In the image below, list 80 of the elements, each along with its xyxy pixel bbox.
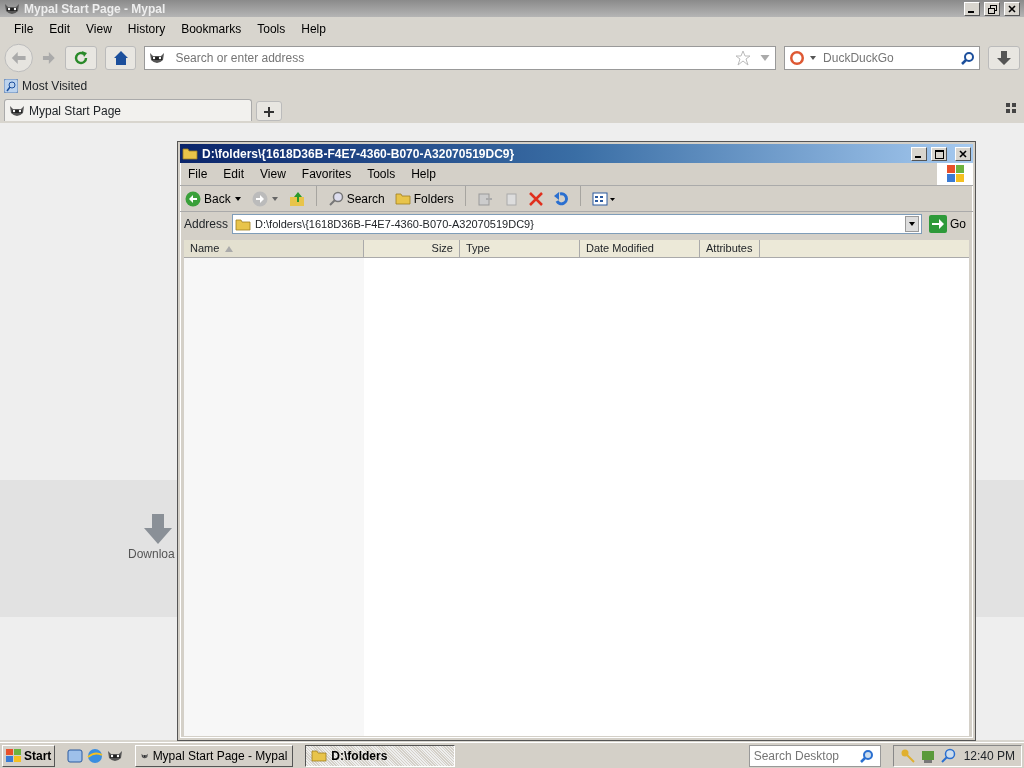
folder-icon (311, 749, 328, 762)
desktop-search-field[interactable]: Search Desktop (748, 744, 881, 767)
menu-item[interactable]: Help (403, 163, 444, 185)
download-icon (997, 50, 1012, 66)
sort-arrow-icon (225, 246, 234, 253)
launcher-label[interactable]: Downloa (128, 545, 178, 563)
taskbar-button[interactable]: D:\folders (305, 744, 456, 767)
menu-item[interactable]: Favorites (293, 163, 360, 185)
downloads-button[interactable] (988, 46, 1021, 70)
site-icon (149, 51, 166, 65)
taskbar-button[interactable]: Mypal Start Page - Mypal (135, 744, 294, 767)
dropdown-icon[interactable] (809, 54, 818, 62)
bookmark-link[interactable]: Most Visited (22, 77, 88, 95)
menu-item[interactable]: View (252, 163, 294, 185)
raccoon-icon[interactable] (107, 748, 124, 763)
restore-button[interactable] (984, 1, 1000, 16)
close-button[interactable] (1004, 1, 1020, 16)
caret-icon[interactable] (233, 194, 242, 203)
reload-icon (72, 50, 89, 66)
views-icon (591, 191, 616, 206)
address-field[interactable]: D:\folders\{1618D36B-F4E7-4360-B070-A32070519DC9} (232, 214, 922, 234)
menu-item[interactable]: Tools (359, 163, 404, 185)
forward-icon (251, 190, 268, 207)
close-icon (959, 150, 967, 159)
undo-icon (552, 190, 569, 207)
folder-icon (235, 217, 252, 231)
download-icon[interactable] (142, 513, 174, 545)
address-field[interactable]: Search or enter address (144, 46, 777, 70)
search-icon[interactable] (939, 747, 956, 764)
column-header[interactable]: Name (184, 240, 364, 257)
back-button[interactable]: Back (182, 187, 245, 210)
menu-item[interactable]: View (78, 18, 120, 40)
restore-icon (987, 4, 997, 14)
minimize-button[interactable] (964, 1, 980, 16)
menu-item[interactable]: Tools (249, 18, 294, 40)
folder-icon (182, 147, 198, 160)
folders-button[interactable]: Folders (391, 187, 457, 210)
folder-icon (394, 192, 411, 205)
bookmark-icon (4, 79, 18, 93)
folder-up-icon (288, 190, 305, 207)
menu-item[interactable]: Edit (41, 18, 79, 40)
app-icon (4, 1, 20, 16)
address-label: Address (184, 216, 229, 233)
move-icon (476, 190, 493, 207)
new-tab-button[interactable] (256, 101, 282, 121)
go-button[interactable]: Go (926, 213, 969, 235)
search-icon[interactable] (961, 51, 976, 65)
plus-icon (264, 106, 274, 117)
back-icon (185, 190, 201, 207)
window-title: D:\folders\{1618D36B-F4E7-4360-B070-A32070519DC9} (202, 145, 516, 163)
home-button[interactable] (104, 46, 137, 70)
menu-item[interactable]: Help (293, 18, 334, 40)
minimize-button[interactable] (911, 146, 927, 161)
close-button[interactable] (955, 146, 971, 161)
windows-logo-icon (6, 748, 22, 763)
windows-logo-icon (937, 163, 973, 185)
search-button[interactable]: Search (324, 187, 388, 210)
menu-item[interactable]: Bookmarks (173, 18, 250, 40)
tab-icon (9, 103, 25, 118)
star-icon[interactable] (735, 50, 752, 66)
search-field[interactable]: DuckDuckGo (784, 46, 981, 70)
menu-item[interactable]: File (6, 18, 42, 40)
start-button[interactable]: Start (2, 744, 56, 767)
maximize-button[interactable] (931, 146, 947, 161)
search-icon (327, 190, 344, 207)
menu-item[interactable]: File (180, 163, 216, 185)
search-icon[interactable] (859, 748, 874, 763)
home-icon (112, 50, 129, 66)
menu-item[interactable]: History (119, 18, 174, 40)
maximize-icon (934, 149, 944, 159)
dropdown-icon (908, 220, 916, 228)
delete-icon (528, 191, 543, 206)
reload-button[interactable] (65, 46, 97, 70)
grid-icon[interactable] (1006, 103, 1016, 113)
browser-tab[interactable]: Mypal Start Page (4, 99, 252, 121)
menu-item[interactable]: Edit (215, 163, 253, 185)
dropdown-button[interactable] (905, 216, 919, 232)
close-icon (1008, 5, 1016, 14)
desktop-icon[interactable] (67, 747, 84, 764)
window-title: Mypal Start Page - Mypal (24, 0, 167, 18)
